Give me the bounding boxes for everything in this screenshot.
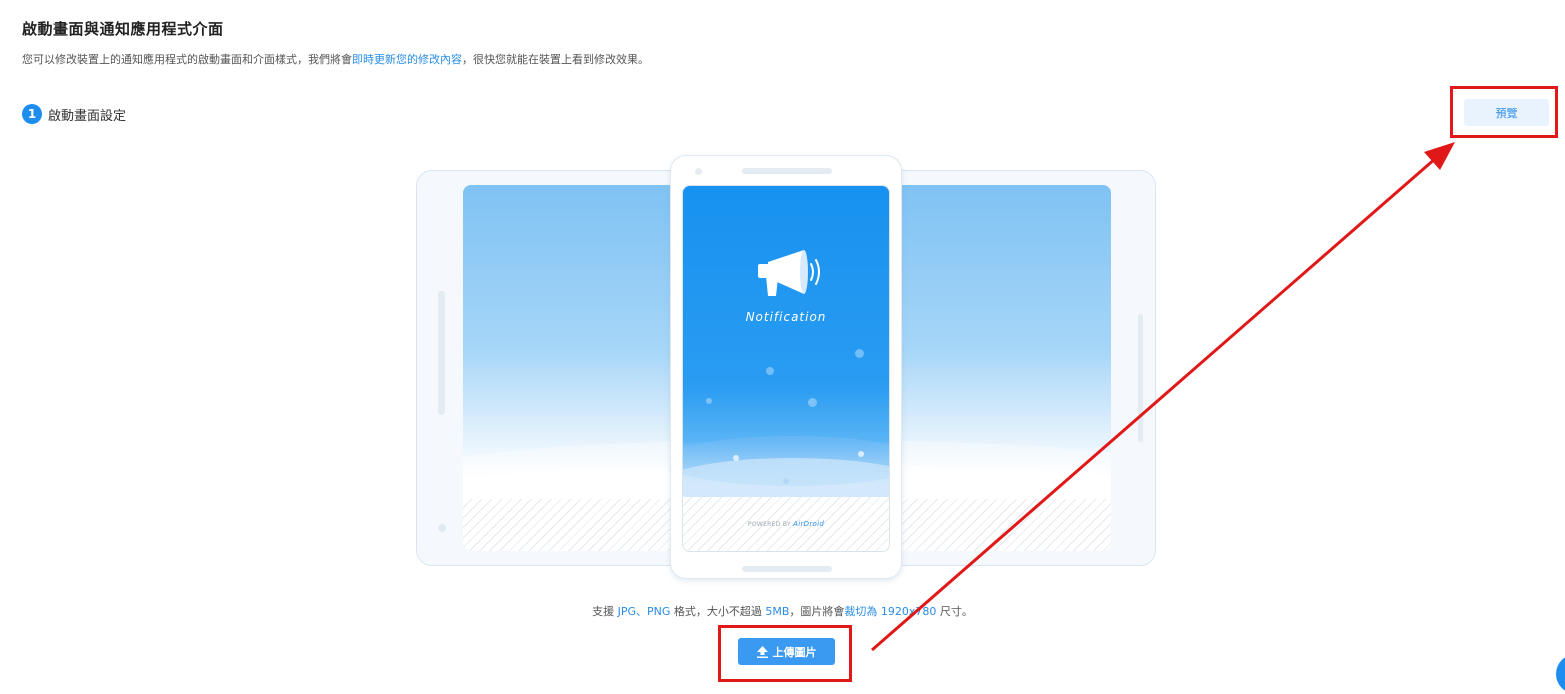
support-text: 尺寸。 bbox=[936, 605, 973, 618]
upload-highlight-box bbox=[718, 625, 852, 682]
phone-home-bar bbox=[742, 566, 832, 572]
bubble bbox=[808, 398, 817, 407]
description-text: 您可以修改裝置上的通知應用程式的啟動畫面和介面樣式，我們將會 bbox=[22, 53, 352, 66]
phone-speaker bbox=[742, 168, 832, 174]
step-heading: 1 啟動畫面設定 bbox=[22, 104, 126, 124]
powered-by-label: POWERED BY AirDroid bbox=[683, 520, 889, 528]
page-description: 您可以修改裝置上的通知應用程式的啟動畫面和介面樣式，我們將會即時更新您的修改內容… bbox=[22, 51, 649, 67]
help-chat-button[interactable] bbox=[1556, 654, 1565, 694]
support-text: 支援 bbox=[592, 605, 618, 618]
arrow-head bbox=[1424, 142, 1455, 170]
bubble bbox=[855, 349, 864, 358]
crop-size: 裁切為 1920x780 bbox=[844, 605, 937, 618]
bubble bbox=[706, 398, 712, 404]
support-text: ，圖片將會 bbox=[789, 605, 845, 618]
bubble bbox=[766, 367, 774, 375]
preview-highlight-box bbox=[1450, 86, 1558, 138]
page-title: 啟動畫面與通知應用程式介面 bbox=[22, 20, 224, 38]
tablet-button bbox=[438, 291, 445, 415]
bubble bbox=[858, 451, 864, 457]
megaphone-icon bbox=[758, 250, 820, 296]
phone-camera bbox=[695, 168, 702, 175]
powered-by-text: POWERED BY bbox=[747, 521, 791, 528]
description-text-end: ，很快您就能在裝置上看到修改效果。 bbox=[462, 53, 649, 66]
step-title: 啟動畫面設定 bbox=[48, 108, 127, 124]
notification-label: Notification bbox=[745, 310, 827, 324]
max-file-size: 5MB bbox=[765, 605, 790, 618]
upload-requirements: 支援 JPG、PNG 格式，大小不超過 5MB，圖片將會裁切為 1920x780… bbox=[0, 603, 1565, 619]
realtime-update-link[interactable]: 即時更新您的修改內容 bbox=[352, 53, 462, 66]
phone-splash-screen: Notification POWERED BY AirDroid bbox=[682, 185, 890, 552]
airdroid-brand: AirDroid bbox=[793, 520, 825, 528]
support-text: 格式，大小不超過 bbox=[670, 605, 766, 618]
bubble bbox=[783, 478, 789, 484]
tablet-camera bbox=[438, 524, 446, 532]
supported-formats: JPG、PNG bbox=[617, 605, 671, 618]
phone-mockup: Notification POWERED BY AirDroid bbox=[670, 155, 902, 579]
step-number-badge: 1 bbox=[22, 104, 42, 124]
bubble bbox=[733, 455, 739, 461]
tablet-button bbox=[1138, 314, 1143, 442]
